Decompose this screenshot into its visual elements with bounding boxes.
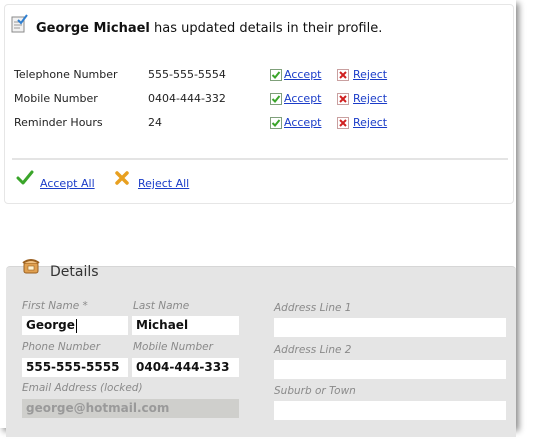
address1-label: Address Line 1 (274, 302, 352, 314)
mobile-label: Mobile Number (133, 341, 213, 353)
orange-x-icon (115, 171, 129, 185)
user-name: George Michael (36, 21, 150, 36)
accept-link[interactable]: Accept (284, 68, 322, 81)
reject-link[interactable]: Reject (353, 68, 387, 81)
suburb-label: Suburb or Town (274, 385, 356, 397)
reject-all-link[interactable]: Reject All (138, 177, 189, 190)
address1-input[interactable] (274, 318, 506, 337)
first-name-label: First Name * (22, 300, 88, 312)
reject-link[interactable]: Reject (353, 116, 387, 129)
change-field-label: Mobile Number (14, 92, 98, 105)
email-input-locked: george@hotmail.com (22, 399, 239, 418)
address2-label: Address Line 2 (274, 344, 352, 356)
change-field-value: 555-555-5554 (148, 68, 226, 81)
reject-link[interactable]: Reject (353, 92, 387, 105)
accept-link[interactable]: Accept (284, 116, 322, 129)
last-name-label: Last Name (133, 300, 190, 312)
accept-link[interactable]: Accept (284, 92, 322, 105)
change-row-telephone: Telephone Number 555-555-5554 Accept Rej… (14, 68, 494, 86)
address2-input[interactable] (274, 360, 506, 379)
profile-update-icon (11, 14, 28, 33)
suburb-input[interactable] (274, 401, 506, 420)
last-name-input[interactable]: Michael (132, 316, 239, 335)
change-field-value: 24 (148, 116, 162, 129)
red-x-icon (337, 117, 349, 129)
first-name-input[interactable]: George (22, 316, 128, 335)
notice-message: has updated details in their profile. (149, 21, 383, 36)
change-row-reminder-hours: Reminder Hours 24 Accept Reject (14, 116, 494, 134)
phone-icon (22, 259, 40, 274)
notice-headline: George Michael has updated details in th… (36, 21, 382, 36)
change-field-value: 0404-444-332 (148, 92, 226, 105)
green-check-icon (16, 170, 34, 185)
change-field-label: Telephone Number (14, 68, 118, 81)
first-name-value: George (26, 318, 75, 332)
divider (12, 158, 508, 160)
change-field-label: Reminder Hours (14, 116, 103, 129)
checkbox-check-icon (270, 117, 282, 129)
phone-label: Phone Number (22, 341, 101, 353)
mobile-input[interactable]: 0404-444-333 (132, 358, 239, 377)
text-caret (75, 318, 77, 333)
email-label: Email Address (locked) (22, 382, 143, 394)
accept-all-link[interactable]: Accept All (40, 177, 95, 190)
change-row-mobile: Mobile Number 0404-444-332 Accept Reject (14, 92, 494, 110)
red-x-icon (337, 69, 349, 81)
checkbox-check-icon (270, 93, 282, 105)
checkbox-check-icon (270, 69, 282, 81)
phone-input[interactable]: 555-555-5555 (22, 358, 128, 377)
details-title: Details (50, 264, 99, 280)
red-x-icon (337, 93, 349, 105)
